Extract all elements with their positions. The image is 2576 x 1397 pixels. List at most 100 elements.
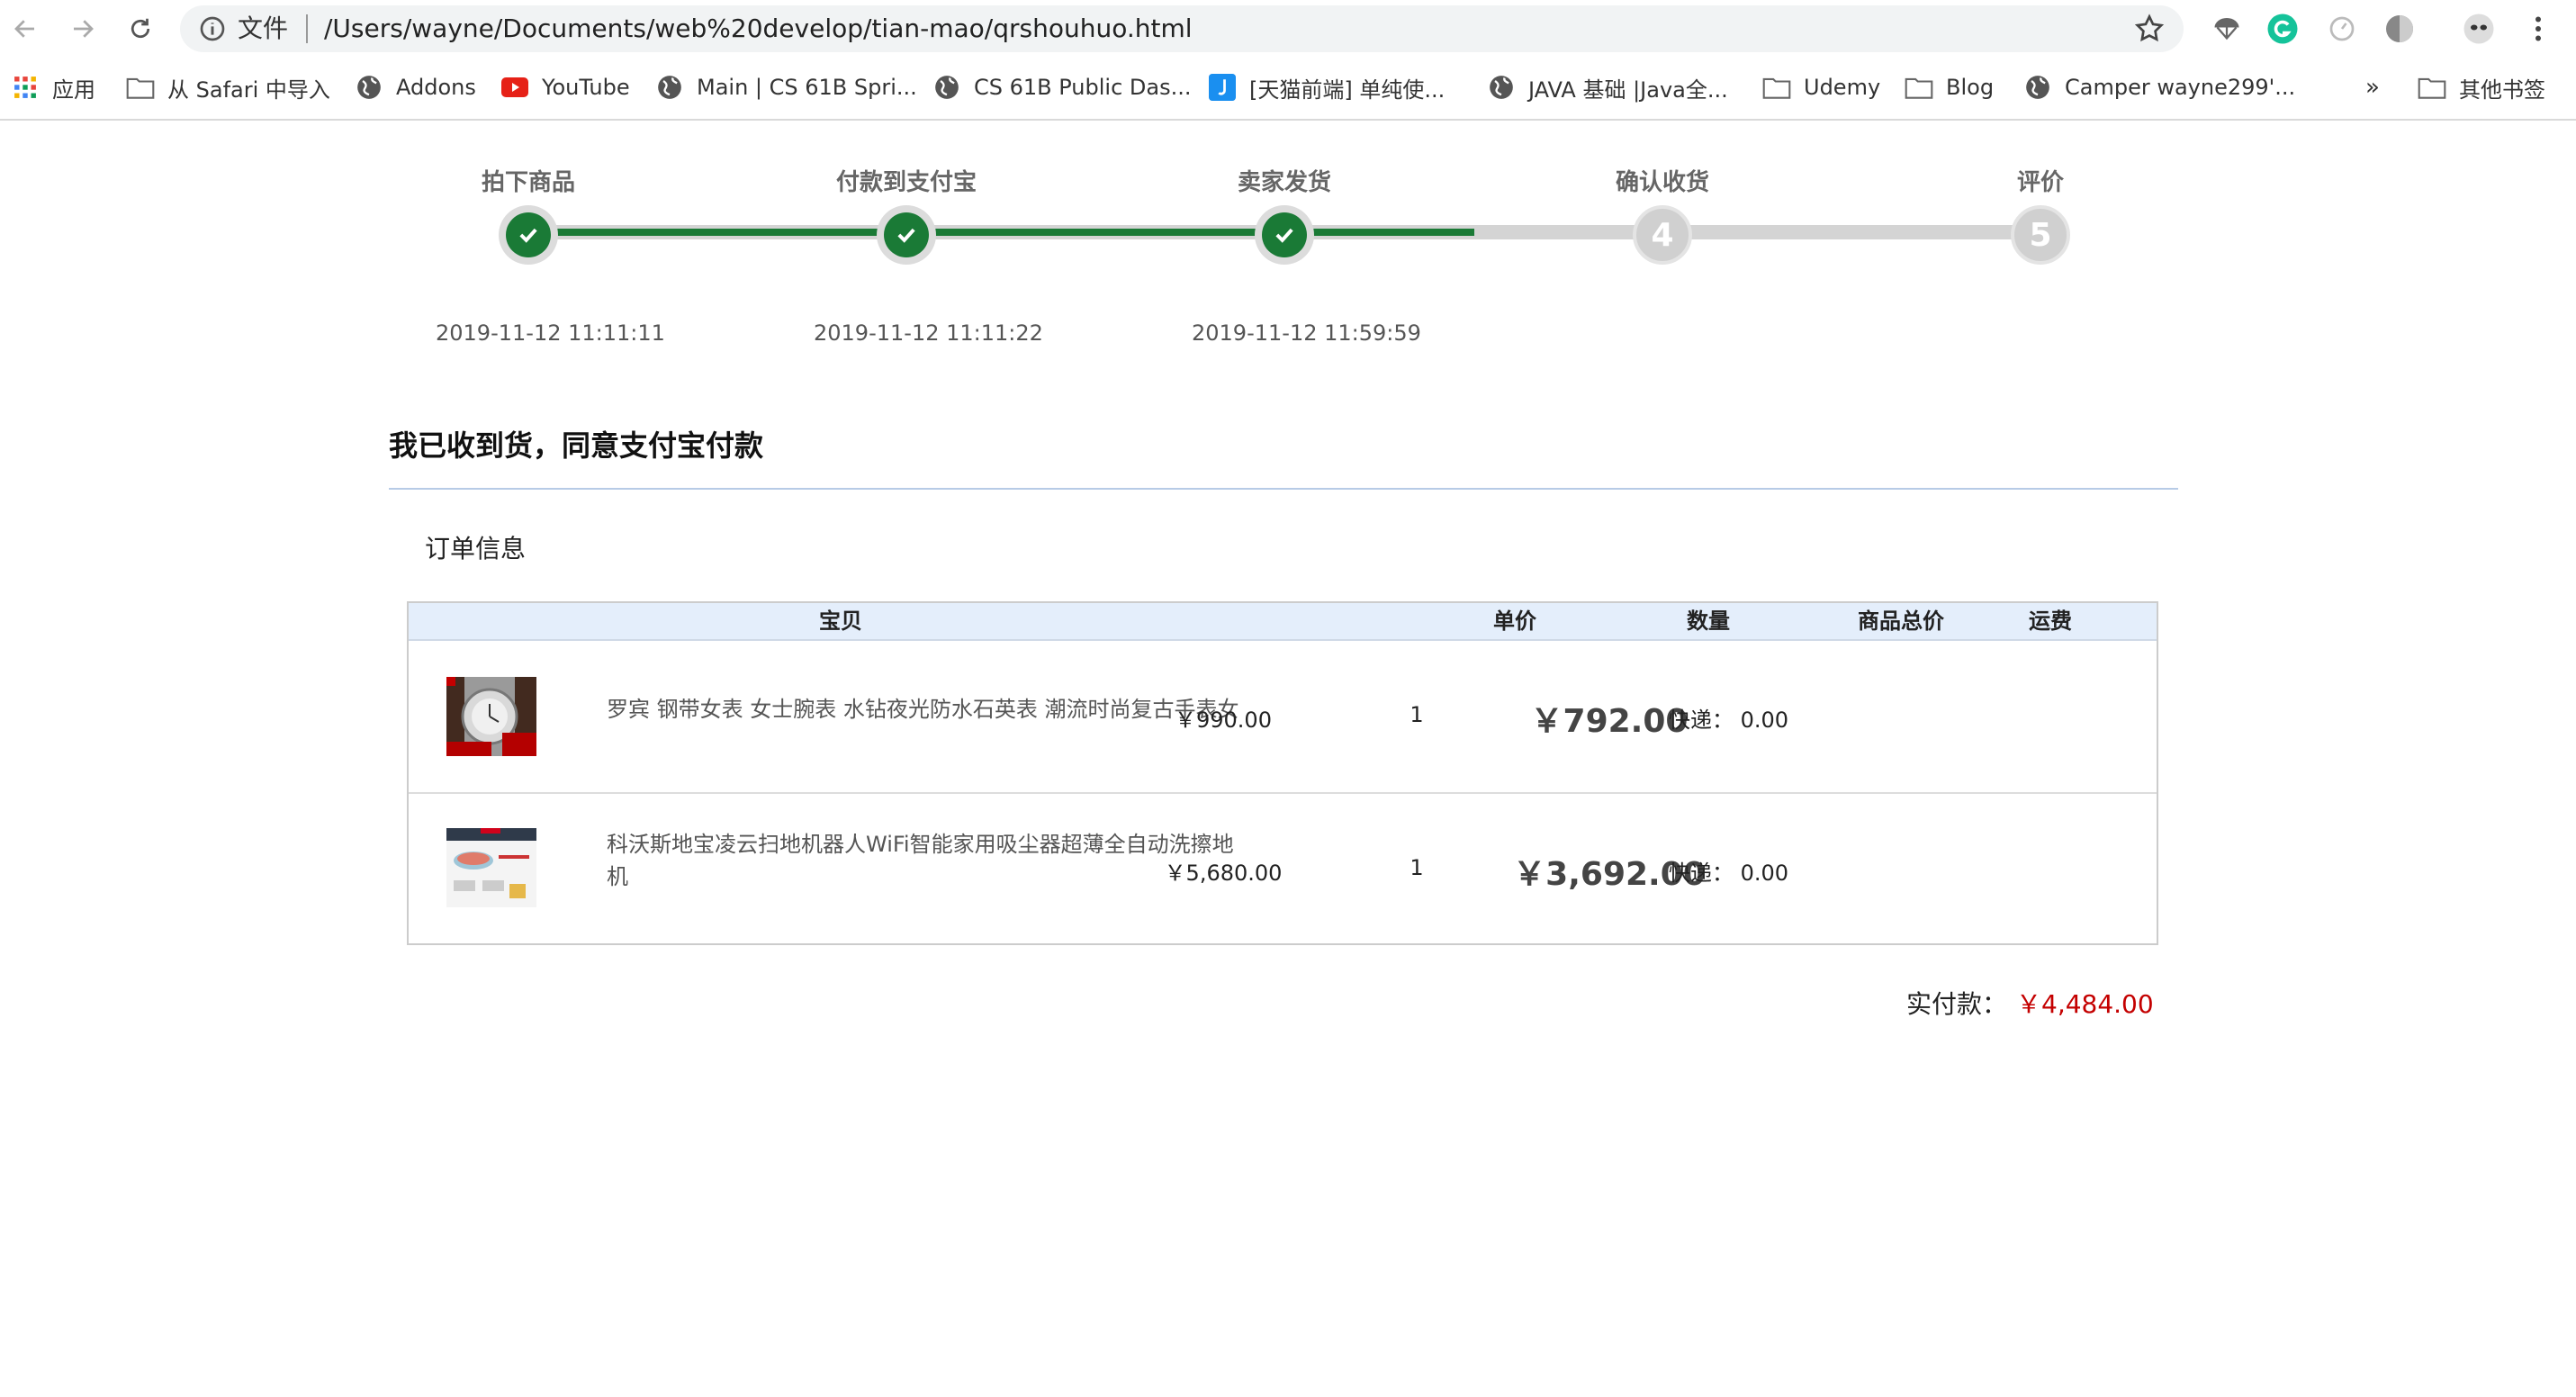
confirm-receipt-title: 我已收到货，同意支付宝付款 [389,428,764,463]
shipping-label: 快递： [1669,861,1734,886]
info-icon[interactable] [198,14,227,43]
bookmark-label: Blog [1946,75,1995,100]
reload-button[interactable] [122,11,158,47]
bookmark-apps[interactable]: 应用 [11,67,95,108]
bookmark-label: JAVA 基础 |Java全... [1528,77,1728,103]
step-number: 4 [1651,216,1674,254]
back-button[interactable] [7,11,43,47]
arrow-right-icon [74,20,94,38]
bookmark-tmall-frontend[interactable]: [天猫前端] 单纯使... [1208,67,1445,108]
shipping-fee: 0.00 [1740,708,1789,733]
bookmark-java-basics[interactable]: JAVA 基础 |Java全... [1487,67,1728,108]
bookmark-addons[interactable]: Addons [355,67,476,108]
checkmark-icon [1275,228,1293,243]
paid-amount-value: ￥4,484.00 [2016,989,2154,1019]
arrow-left-icon [14,20,34,38]
bookmarks-overflow-button[interactable]: » [2365,67,2380,108]
url-scheme-label: 文件 [238,14,289,43]
column-header-shipping: 运费 [2029,608,2072,634]
grammarly-extension-icon[interactable] [2266,13,2299,45]
bookmark-safari-import[interactable]: 从 Safari 中导入 [126,67,330,108]
robot-vacuum-product-image [446,828,536,907]
bookmark-label: Addons [396,75,476,100]
globe-icon [2023,73,2052,102]
bookmark-label: [天猫前端] 单纯使... [1249,77,1446,103]
table-row: 科沃斯地宝凌云扫地机器人WiFi智能家用吸尘器超薄全自动洗擦地机 ￥5,680.… [409,792,2157,945]
url-separator [306,14,308,43]
profile-avatar-icon[interactable] [2463,13,2495,45]
menu-kebab-icon[interactable] [2522,13,2554,45]
speed-extension-icon[interactable] [2326,13,2358,45]
bookmark-camper[interactable]: Camper wayne299'... [2023,67,2295,108]
dark-mode-extension-icon[interactable] [2383,13,2416,45]
folder-icon [1762,73,1791,102]
column-header-quantity: 数量 [1687,608,1730,634]
jsfiddle-icon [1208,73,1237,102]
step-time: 2019-11-12 11:59:59 [1192,320,1421,346]
step-label: 卖家发货 [1237,169,1331,196]
bookmark-youtube[interactable]: YouTube [500,67,630,108]
bookmark-other[interactable]: 其他书签 [2418,67,2545,108]
checkmark-icon [519,228,537,243]
url-text[interactable]: /Users/wayne/Documents/web%20develop/tia… [324,14,1193,43]
bookmark-label: 其他书签 [2459,77,2545,103]
bookmark-cs61b-main[interactable]: Main | CS 61B Spri... [655,67,917,108]
globe-icon [932,73,961,102]
address-bar[interactable]: 文件 /Users/wayne/Documents/web%20develop/… [180,5,2184,52]
globe-icon [355,73,383,102]
order-info-title: 订单信息 [425,534,527,563]
product-thumbnail[interactable] [446,828,536,907]
chrome-divider [0,119,2576,121]
paid-amount-label: 实付款： [1906,989,2008,1019]
table-header: 宝贝 单价 数量 商品总价 运费 [409,603,2157,641]
bookmark-blog[interactable]: Blog [1905,67,1994,108]
bookmark-label: Main | CS 61B Spri... [697,75,917,100]
youtube-icon [500,73,529,102]
step-node-pending: 5 [2011,205,2070,265]
column-header-unit-price: 单价 [1493,608,1536,634]
step-node-pending: 4 [1633,205,1692,265]
bookmark-star-icon[interactable] [2133,13,2166,45]
step-label: 确认收货 [1615,169,1709,196]
shipping-label: 快递： [1669,708,1734,733]
bookmark-label: YouTube [542,75,630,100]
shipping-info: 快递： 0.00 [1669,702,1849,734]
step-time: 2019-11-12 11:11:11 [436,320,665,346]
step-node-done [499,205,558,265]
forward-button[interactable] [65,11,101,47]
bookmarks-bar: 应用 从 Safari 中导入 Addons YouTube Main | CS… [0,67,2576,108]
table-row: 罗宾 钢带女表 女士腕表 水钻夜光防水石英表 潮流时尚复古手表女 ￥990.00… [409,641,2157,792]
bookmark-label: Udemy [1804,75,1881,100]
quantity: 1 [1410,702,1424,727]
product-thumbnail[interactable] [446,677,536,756]
unit-price: ￥990.00 [1175,708,1272,733]
parachute-extension-icon[interactable] [2211,13,2243,45]
folder-icon [1905,73,1933,102]
bookmark-udemy[interactable]: Udemy [1762,67,1880,108]
step-time: 2019-11-12 11:11:22 [814,320,1043,346]
step-label: 付款到支付宝 [835,169,977,196]
progress-fill [529,229,1474,236]
bookmark-label: Camper wayne299'... [2065,75,2296,100]
checkmark-icon [897,228,915,243]
order-table: 宝贝 单价 数量 商品总价 运费 罗宾 钢带女表 女士腕表 水钻夜光防水石英表 … [407,601,2158,945]
globe-icon [655,73,684,102]
reload-icon [131,18,150,39]
column-header-item: 宝贝 [819,608,862,634]
folder-icon [2418,73,2446,102]
step-label: 拍下商品 [481,169,575,196]
apps-grid-icon [11,73,40,102]
section-divider [389,488,2178,490]
step-label: 评价 [2016,169,2064,196]
shipping-info: 快递： 0.00 [1669,855,1849,887]
step-number: 5 [2029,216,2052,254]
unit-price: ￥5,680.00 [1164,861,1283,886]
browser-toolbar: 文件 /Users/wayne/Documents/web%20develop/… [0,0,2576,58]
bookmark-label: CS 61B Public Das... [974,75,1192,100]
quantity: 1 [1410,855,1424,880]
folder-icon [126,73,155,102]
globe-icon [1487,73,1516,102]
bookmark-cs61b-dashboard[interactable]: CS 61B Public Das... [932,67,1192,108]
watch-product-image [446,677,536,756]
bookmark-label: 从 Safari 中导入 [167,77,330,103]
